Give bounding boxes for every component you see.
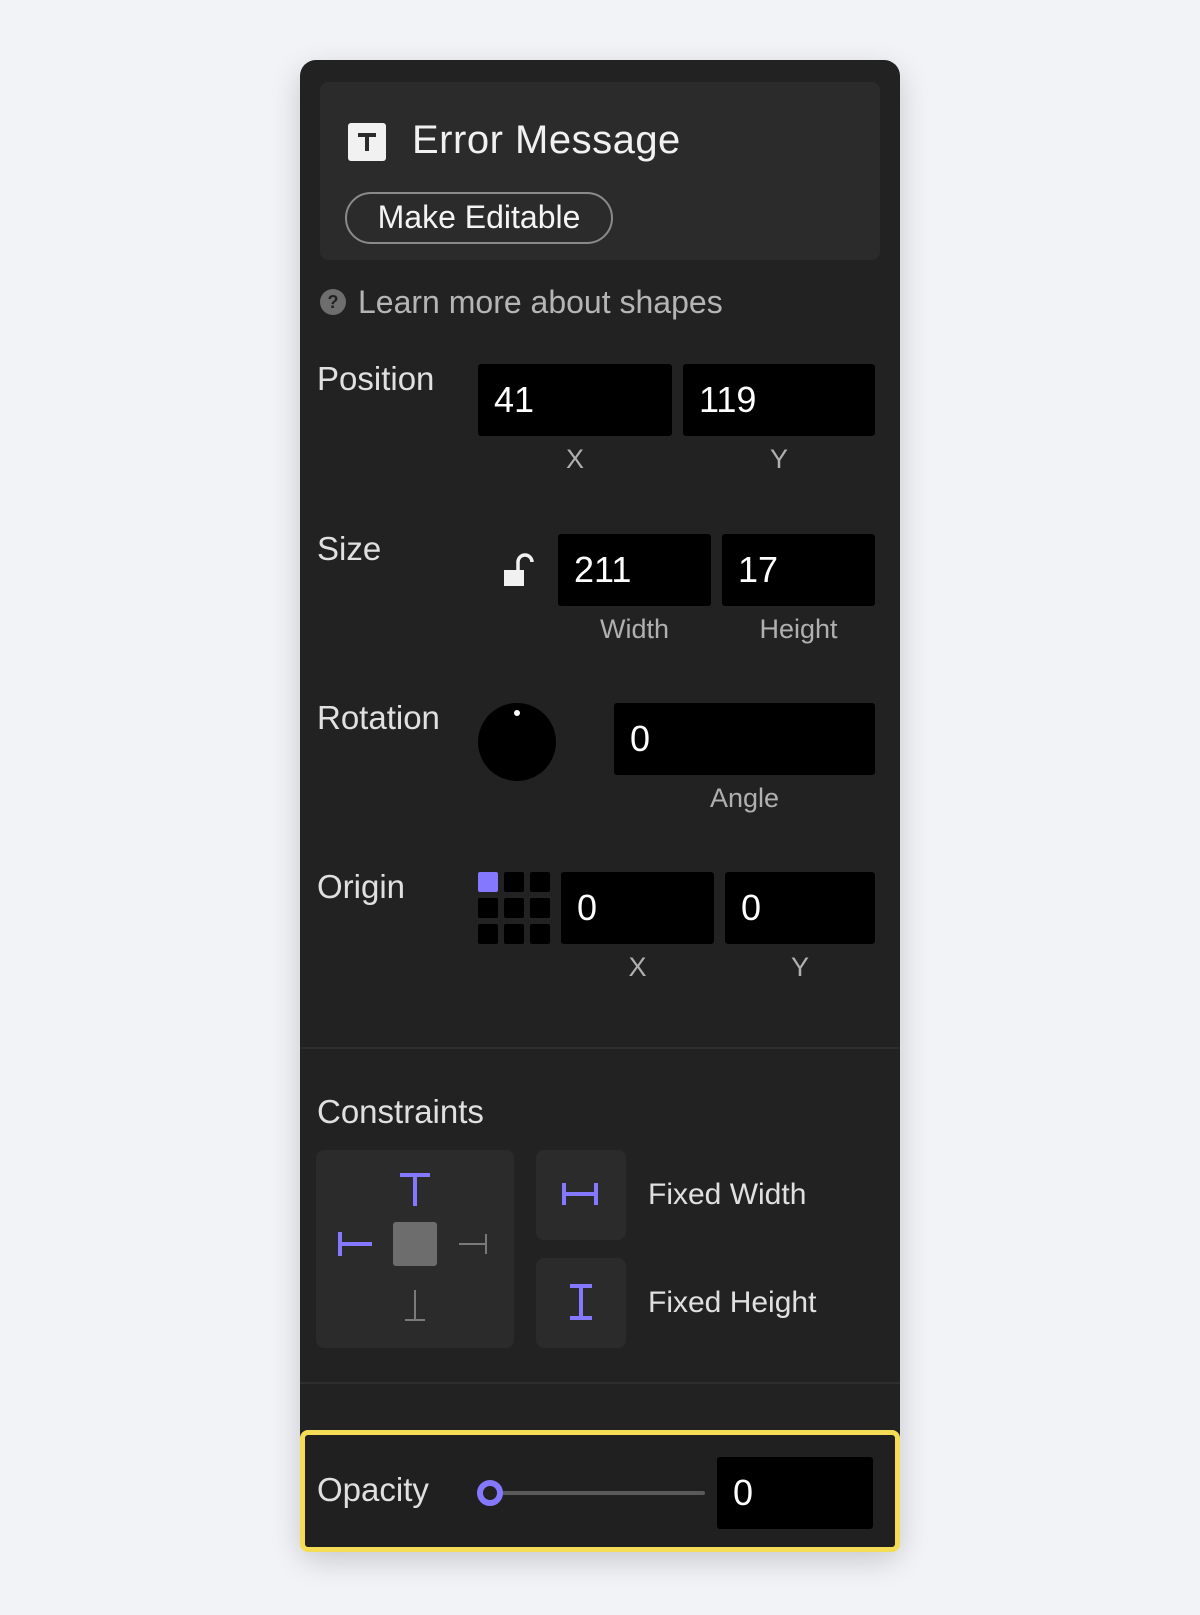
- rotation-dial-indicator: [514, 710, 520, 716]
- position-y-label: Y: [769, 444, 788, 474]
- angle-label: Angle: [709, 783, 780, 813]
- learn-more-text: Learn more about shapes: [358, 283, 723, 320]
- origin-point-middle-right[interactable]: [530, 898, 550, 918]
- origin-label: Origin: [317, 868, 406, 905]
- origin-grid[interactable]: [478, 872, 550, 944]
- constraint-top-pin[interactable]: [400, 1173, 430, 1206]
- constraint-right-pin[interactable]: [459, 1234, 487, 1254]
- section-divider: [300, 1047, 900, 1049]
- opacity-slider-track[interactable]: [495, 1491, 705, 1495]
- position-label: Position: [317, 360, 435, 397]
- origin-point-top-left[interactable]: [478, 872, 498, 892]
- fixed-width-icon: [562, 1183, 598, 1205]
- fixed-width-label: Fixed Width: [648, 1178, 807, 1211]
- height-label: Height: [759, 614, 838, 644]
- opacity-row-highlight: Opacity 0: [300, 1430, 900, 1552]
- origin-y-input[interactable]: 0: [725, 872, 875, 944]
- position-x-input[interactable]: 41: [478, 364, 672, 436]
- fixed-height-icon: [570, 1284, 592, 1320]
- opacity-slider-thumb[interactable]: [477, 1480, 503, 1506]
- size-label: Size: [317, 530, 382, 567]
- opacity-input[interactable]: 0: [717, 1457, 873, 1529]
- origin-y-label: Y: [790, 952, 809, 982]
- constraint-left-pin[interactable]: [338, 1232, 372, 1256]
- learn-more-link[interactable]: ? Learn more about shapes: [320, 282, 723, 322]
- constraints-label: Constraints: [317, 1093, 484, 1130]
- origin-point-center[interactable]: [504, 898, 524, 918]
- rotation-dial[interactable]: [478, 703, 556, 781]
- origin-point-bottom-right[interactable]: [530, 924, 550, 944]
- text-layer-icon: [348, 123, 386, 161]
- constraint-center-box: [393, 1222, 437, 1266]
- origin-x-label: X: [628, 952, 647, 982]
- width-label: Width: [599, 614, 670, 644]
- fixed-height-button[interactable]: [536, 1258, 626, 1348]
- origin-point-top-center[interactable]: [504, 872, 524, 892]
- opacity-label: Opacity: [317, 1471, 429, 1508]
- unlock-icon[interactable]: [502, 550, 536, 592]
- position-y-input[interactable]: 119: [683, 364, 875, 436]
- layer-header: Error Message Make Editable: [320, 82, 880, 260]
- fixed-width-button[interactable]: [536, 1150, 626, 1240]
- origin-point-bottom-left[interactable]: [478, 924, 498, 944]
- help-icon: ?: [320, 289, 346, 315]
- origin-point-bottom-center[interactable]: [504, 924, 524, 944]
- properties-panel: Error Message Make Editable ? Learn more…: [300, 60, 900, 1552]
- width-input[interactable]: 211: [558, 534, 711, 606]
- origin-x-input[interactable]: 0: [561, 872, 714, 944]
- section-divider: [300, 1382, 900, 1384]
- constraints-widget: [316, 1150, 514, 1348]
- make-editable-button[interactable]: Make Editable: [345, 192, 613, 244]
- angle-input[interactable]: 0: [614, 703, 875, 775]
- position-x-label: X: [565, 444, 584, 474]
- origin-point-middle-left[interactable]: [478, 898, 498, 918]
- constraint-bottom-pin[interactable]: [405, 1290, 425, 1321]
- origin-point-top-right[interactable]: [530, 872, 550, 892]
- height-input[interactable]: 17: [722, 534, 875, 606]
- rotation-label: Rotation: [317, 699, 440, 736]
- fixed-height-label: Fixed Height: [648, 1286, 817, 1319]
- layer-title: Error Message: [412, 118, 681, 162]
